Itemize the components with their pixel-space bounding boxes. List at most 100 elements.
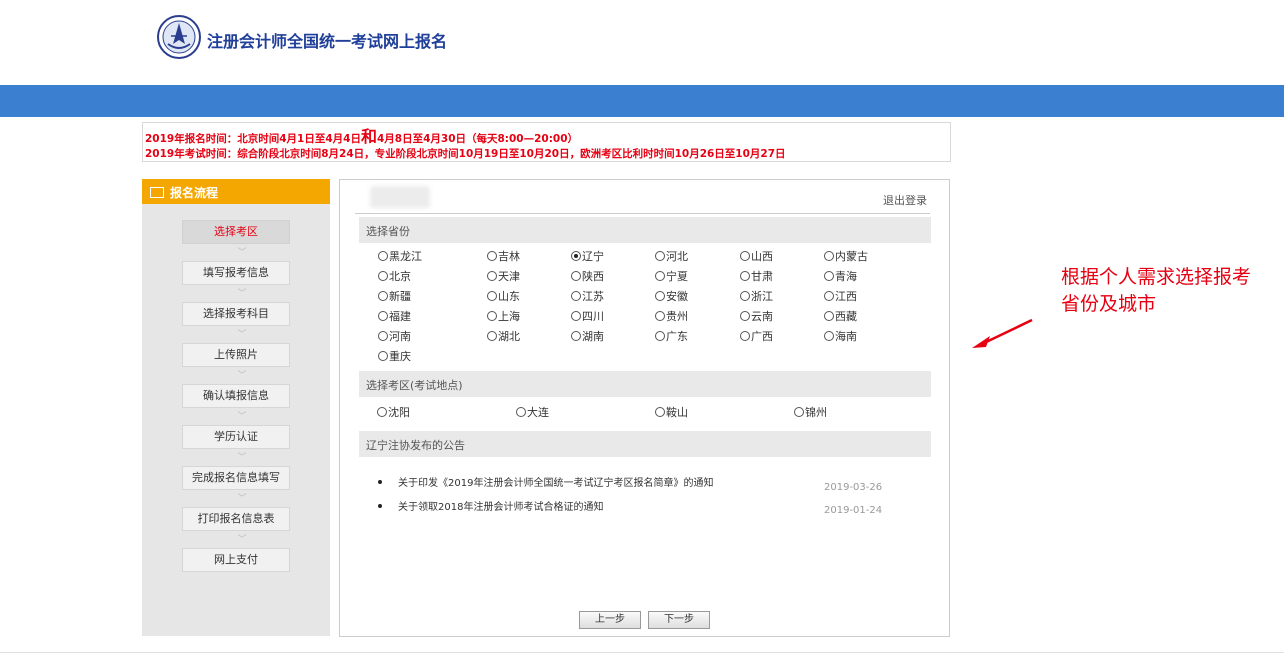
radio-button[interactable] (740, 251, 750, 261)
step-fill-info[interactable]: 填写报考信息 (182, 261, 290, 285)
radio-button[interactable] (571, 331, 581, 341)
radio-button[interactable] (571, 251, 581, 261)
radio-button[interactable] (655, 407, 665, 417)
province-option[interactable]: 青海 (824, 270, 857, 284)
province-option[interactable]: 河南 (378, 330, 411, 344)
site-option[interactable]: 鞍山 (655, 406, 688, 420)
province-option[interactable]: 重庆 (378, 350, 411, 364)
radio-button[interactable] (378, 311, 388, 321)
chevron-down-icon: ﹀ (237, 371, 247, 381)
province-option[interactable]: 江西 (824, 290, 857, 304)
radio-button[interactable] (516, 407, 526, 417)
step-complete-info[interactable]: 完成报名信息填写 (182, 466, 290, 490)
radio-button[interactable] (487, 251, 497, 261)
radio-button[interactable] (740, 271, 750, 281)
radio-button[interactable] (378, 251, 388, 261)
radio-button[interactable] (571, 311, 581, 321)
radio-button[interactable] (487, 271, 497, 281)
radio-button[interactable] (378, 351, 388, 361)
radio-button[interactable] (794, 407, 804, 417)
step-select-region[interactable]: 选择考区 (182, 220, 290, 244)
province-option[interactable]: 黑龙江 (378, 250, 422, 264)
province-option[interactable]: 广东 (655, 330, 688, 344)
province-option[interactable]: 陕西 (571, 270, 604, 284)
province-option[interactable]: 贵州 (655, 310, 688, 324)
province-option[interactable]: 山西 (740, 250, 773, 264)
radio-button[interactable] (571, 271, 581, 281)
footer-divider (0, 652, 1284, 653)
province-option[interactable]: 浙江 (740, 290, 773, 304)
province-label: 上海 (498, 310, 520, 323)
province-option[interactable]: 山东 (487, 290, 520, 304)
province-option[interactable]: 上海 (487, 310, 520, 324)
radio-button[interactable] (377, 407, 387, 417)
chevron-down-icon: ﹀ (237, 535, 247, 545)
province-option[interactable]: 福建 (378, 310, 411, 324)
radio-button[interactable] (378, 291, 388, 301)
step-online-payment[interactable]: 网上支付 (182, 548, 290, 572)
announcement-title[interactable]: 关于领取2018年注册会计师考试合格证的通知 (398, 502, 603, 513)
province-label: 河南 (389, 330, 411, 343)
province-label: 安徽 (666, 290, 688, 303)
province-option[interactable]: 云南 (740, 310, 773, 324)
province-option[interactable]: 安徽 (655, 290, 688, 304)
radio-button[interactable] (740, 311, 750, 321)
province-option[interactable]: 内蒙古 (824, 250, 868, 264)
radio-button[interactable] (378, 271, 388, 281)
next-step-button[interactable]: 下一步 (648, 611, 710, 629)
province-option[interactable]: 吉林 (487, 250, 520, 264)
site-option[interactable]: 沈阳 (377, 406, 410, 420)
chevron-down-icon: ﹀ (237, 289, 247, 299)
radio-button[interactable] (487, 331, 497, 341)
province-option[interactable]: 新疆 (378, 290, 411, 304)
province-option[interactable]: 北京 (378, 270, 411, 284)
radio-button[interactable] (655, 271, 665, 281)
province-option[interactable]: 甘肃 (740, 270, 773, 284)
radio-button[interactable] (824, 291, 834, 301)
radio-button[interactable] (378, 331, 388, 341)
instruction-callout: 根据个人需求选择报考 省份及城市 (1061, 264, 1251, 318)
step-print-form[interactable]: 打印报名信息表 (182, 507, 290, 531)
province-option[interactable]: 河北 (655, 250, 688, 264)
prev-step-button[interactable]: 上一步 (579, 611, 641, 629)
announcement-title[interactable]: 关于印发《2019年注册会计师全国统一考试辽宁考区报名简章》的通知 (398, 478, 713, 489)
province-option[interactable]: 西藏 (824, 310, 857, 324)
radio-button[interactable] (824, 331, 834, 341)
step-select-subjects[interactable]: 选择报考科目 (182, 302, 290, 326)
province-label: 浙江 (751, 290, 773, 303)
radio-button[interactable] (655, 251, 665, 261)
announcement-item[interactable]: 关于领取2018年注册会计师考试合格证的通知 (378, 498, 603, 513)
radio-button[interactable] (740, 291, 750, 301)
province-option[interactable]: 江苏 (571, 290, 604, 304)
province-label: 山东 (498, 290, 520, 303)
nav-bar (0, 85, 1284, 117)
step-confirm-info[interactable]: 确认填报信息 (182, 384, 290, 408)
site-option[interactable]: 大连 (516, 406, 549, 420)
radio-button[interactable] (824, 251, 834, 261)
step-upload-photo[interactable]: 上传照片 (182, 343, 290, 367)
site-option[interactable]: 锦州 (794, 406, 827, 420)
province-option[interactable]: 辽宁 (571, 250, 604, 264)
province-label: 江苏 (582, 290, 604, 303)
province-option[interactable]: 广西 (740, 330, 773, 344)
radio-button[interactable] (824, 271, 834, 281)
announcement-item[interactable]: 关于印发《2019年注册会计师全国统一考试辽宁考区报名简章》的通知 (378, 474, 713, 489)
province-option[interactable]: 四川 (571, 310, 604, 324)
radio-button[interactable] (655, 311, 665, 321)
notice-line-exam: 2019年考试时间：综合阶段北京时间8月24日，专业阶段北京时间10月19日至1… (145, 148, 786, 160)
radio-button[interactable] (740, 331, 750, 341)
site-label: 沈阳 (388, 406, 410, 419)
radio-button[interactable] (487, 291, 497, 301)
radio-button[interactable] (655, 331, 665, 341)
step-education-verify[interactable]: 学历认证 (182, 425, 290, 449)
logout-link[interactable]: 退出登录 (883, 192, 927, 208)
province-option[interactable]: 湖北 (487, 330, 520, 344)
radio-button[interactable] (487, 311, 497, 321)
province-option[interactable]: 海南 (824, 330, 857, 344)
province-option[interactable]: 宁夏 (655, 270, 688, 284)
province-option[interactable]: 天津 (487, 270, 520, 284)
province-option[interactable]: 湖南 (571, 330, 604, 344)
radio-button[interactable] (655, 291, 665, 301)
radio-button[interactable] (571, 291, 581, 301)
radio-button[interactable] (824, 311, 834, 321)
